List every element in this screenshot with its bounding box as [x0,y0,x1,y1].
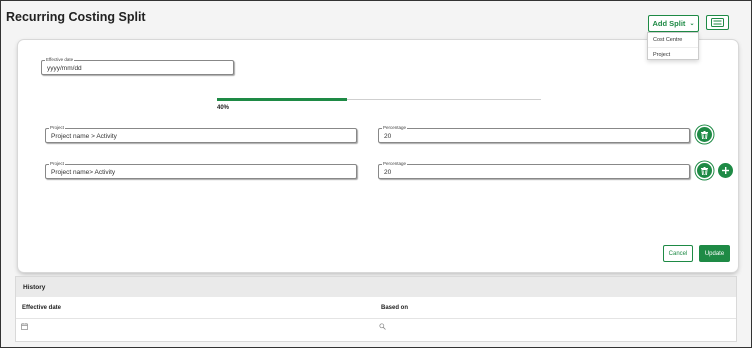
update-button[interactable]: Update [699,245,730,262]
column-header-effective-date[interactable]: Effective date [22,305,61,311]
column-header-based-on[interactable]: Based on [381,305,408,311]
project-label: Project [49,125,66,131]
add-split-menu: Cost Centre Project [647,32,699,60]
cancel-button[interactable]: Cancel [663,245,693,262]
effective-date-label: Effective date [45,57,75,63]
allocation-progress-text: 40% [217,105,230,111]
delete-row-button[interactable] [697,127,712,142]
percentage-label: Percentage [382,125,408,131]
history-title: History [16,277,736,297]
menu-item-project[interactable]: Project [648,47,698,61]
trash-icon [701,130,708,139]
percentage-value: 20 [384,133,392,140]
id-card-icon [711,18,724,27]
allocation-progress-fill [217,98,347,101]
percentage-field[interactable]: Percentage 20 [378,125,690,143]
project-field[interactable]: Project Project name > Activity [45,125,357,143]
menu-item-cost-centre[interactable]: Cost Centre [648,33,698,47]
project-field[interactable]: Project Project name> Activity [45,161,357,179]
allocation-progress-bar [217,98,541,101]
split-form-card: Effective date yyyy/mm/dd Project Projec… [18,40,738,272]
project-label: Project [49,161,66,167]
add-row-button[interactable] [718,163,733,178]
page-title: Recurring Costing Split [6,10,146,24]
delete-row-button[interactable] [697,163,712,178]
percentage-label: Percentage [382,161,408,167]
chevron-down-icon: ⌄ [689,21,695,27]
add-split-button[interactable]: Add Split ⌄ [648,15,699,32]
add-split-label: Add Split [652,19,686,28]
percentage-field[interactable]: Percentage 20 [378,161,690,179]
project-value: Project name> Activity [51,169,116,176]
search-filter-icon[interactable] [379,323,386,330]
history-panel: History Effective date Based on [15,276,737,342]
percentage-value: 20 [384,169,392,176]
effective-date-value: yyyy/mm/dd [47,65,82,72]
project-value: Project name > Activity [51,133,117,140]
plus-icon [722,167,729,174]
effective-date-field[interactable]: Effective date yyyy/mm/dd [41,57,234,75]
calendar-filter-icon[interactable] [21,323,28,330]
app-frame: Recurring Costing Split Add Split ⌄ Cost… [0,0,752,348]
trash-icon [701,166,708,175]
filter-row-divider [16,318,736,319]
card-view-button[interactable] [706,15,729,30]
